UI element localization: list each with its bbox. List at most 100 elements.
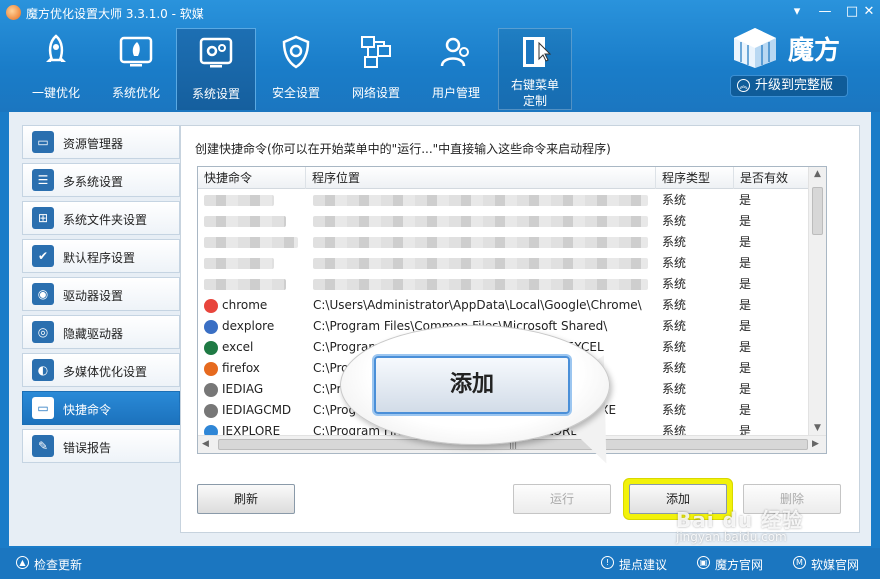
- tab-label: 系统优化: [111, 86, 160, 100]
- upgrade-button[interactable]: ︽ 升级到完整版: [730, 75, 848, 97]
- description-text: 创建快捷命令(你可以在开始菜单中的"运行..."中直接输入这些命令来启动程序): [195, 142, 611, 156]
- program-type: 系统: [662, 277, 687, 291]
- tab-network-settings[interactable]: 网络设置: [336, 28, 416, 110]
- lightbulb-icon: !: [601, 556, 614, 569]
- sidebar-item-label: 驱动器设置: [63, 289, 124, 303]
- sidebar-item-label: 隐藏驱动器: [63, 327, 124, 341]
- column-header[interactable]: 快捷命令: [198, 167, 306, 189]
- multimedia-icon: ◐: [32, 359, 54, 381]
- scroll-down-icon[interactable]: ▼: [814, 423, 821, 433]
- program-type: 系统: [662, 235, 687, 249]
- redacted-name: [204, 258, 274, 269]
- close-button[interactable]: ✕: [860, 4, 878, 20]
- shortcut-icon: ▭: [32, 397, 54, 419]
- redacted-path: [313, 216, 648, 227]
- sidebar-item-label: 系统文件夹设置: [63, 213, 148, 227]
- column-header[interactable]: 程序类型: [656, 167, 734, 189]
- redacted-path: [313, 237, 648, 248]
- table-row[interactable]: 系统 是: [198, 274, 820, 295]
- window-title: 魔方优化设置大师 3.3.1.0 - 软媒: [26, 7, 204, 21]
- scroll-right-icon[interactable]: ▶: [812, 439, 819, 449]
- status-bar: ▲ 检查更新 ! 提点建议 ▣ 魔方官网 M 软媒官网: [0, 548, 880, 579]
- hidden-drive-icon: ◎: [32, 321, 54, 343]
- upgrade-label: 升级到完整版: [755, 78, 834, 93]
- brand-logo: 魔方: [730, 26, 850, 70]
- program-path: C:\Users\Administrator\AppData\Local\Goo…: [313, 298, 642, 312]
- sidebar-item-label: 错误报告: [63, 441, 112, 455]
- tab-label: 一键优化: [31, 86, 80, 100]
- tab-user-management[interactable]: 用户管理: [416, 28, 496, 110]
- redacted-name: [204, 279, 286, 290]
- program-type: 系统: [662, 298, 687, 312]
- double-chevron-up-icon: ︽: [737, 79, 750, 92]
- context-menu-icon: [523, 37, 552, 67]
- menu-icon[interactable]: ▾: [788, 4, 806, 20]
- refresh-button[interactable]: 刷新: [197, 484, 295, 514]
- app-logo-icon: [6, 5, 21, 20]
- minimize-button[interactable]: —: [816, 4, 834, 20]
- is-valid: 是: [739, 298, 752, 312]
- table-row[interactable]: 系统 是: [198, 190, 820, 211]
- is-valid: 是: [739, 403, 752, 417]
- sidebar-item-multimedia[interactable]: ◐ 多媒体优化设置: [22, 353, 180, 387]
- tab-label: 系统设置: [191, 87, 240, 101]
- is-valid: 是: [739, 214, 752, 228]
- tab-system-optimize[interactable]: 系统优化: [96, 28, 176, 110]
- is-valid: 是: [739, 193, 752, 207]
- title-bar[interactable]: 魔方优化设置大师 3.3.1.0 - 软媒 ▾ — □ ✕: [0, 0, 880, 26]
- gears-icon: [199, 37, 233, 68]
- tab-label-line2: 定制: [522, 94, 547, 108]
- multi-system-icon: ☰: [32, 169, 54, 191]
- rocket-monitor-icon: [119, 36, 153, 67]
- check-update-link[interactable]: ▲ 检查更新: [16, 556, 82, 573]
- column-header[interactable]: 程序位置: [306, 167, 656, 189]
- app-header: 魔方优化设置大师 3.3.1.0 - 软媒 ▾ — □ ✕ 一键优化 系统优化: [0, 0, 880, 112]
- mofang-site-link[interactable]: ▣ 魔方官网: [697, 556, 763, 573]
- cube-icon: ▣: [697, 556, 710, 569]
- maximize-button[interactable]: □: [843, 4, 861, 20]
- sidebar-item-error-report[interactable]: ✎ 错误报告: [22, 429, 180, 463]
- callout-add-button: 添加: [374, 356, 570, 414]
- scroll-up-icon[interactable]: ▲: [814, 169, 821, 179]
- sidebar: ▭ 资源管理器 ☰ 多系统设置 ⊞ 系统文件夹设置 ✔ 默认程序设置 ◉ 驱动器…: [22, 125, 187, 467]
- redacted-name: [204, 237, 298, 248]
- brand-name: 魔方: [788, 36, 841, 66]
- tab-label: 右键菜单 定制: [499, 77, 571, 109]
- run-button[interactable]: 运行: [513, 484, 611, 514]
- table-row[interactable]: chrome C:\Users\Administrator\AppData\Loc…: [198, 295, 820, 316]
- windows-folder-icon: ⊞: [32, 207, 54, 229]
- sidebar-item-system-folders[interactable]: ⊞ 系统文件夹设置: [22, 201, 180, 235]
- baidu-watermark: Bai du 经验: [676, 508, 804, 532]
- program-type: 系统: [662, 361, 687, 375]
- vertical-scrollbar[interactable]: ▲ ▼: [808, 167, 826, 437]
- ruanmei-site-label: 软媒官网: [811, 558, 860, 572]
- tab-security-settings[interactable]: 安全设置: [256, 28, 336, 110]
- redacted-path: [313, 195, 648, 206]
- table-row[interactable]: 系统 是: [198, 232, 820, 253]
- sidebar-item-multi-system[interactable]: ☰ 多系统设置: [22, 163, 180, 197]
- tab-context-menu[interactable]: 右键菜单 定制: [498, 28, 572, 110]
- main-nav: 一键优化 系统优化 系统设置 安全设置 网络设置 用户管理 右键菜单 定制: [16, 28, 572, 110]
- ruanmei-icon: M: [793, 556, 806, 569]
- sidebar-item-label: 多媒体优化设置: [63, 365, 148, 379]
- sidebar-item-default-programs[interactable]: ✔ 默认程序设置: [22, 239, 180, 273]
- sidebar-item-drive-settings[interactable]: ◉ 驱动器设置: [22, 277, 180, 311]
- program-type: 系统: [662, 214, 687, 228]
- drive-icon: ◉: [32, 283, 54, 305]
- feedback-link[interactable]: ! 提点建议: [601, 556, 667, 573]
- table-row[interactable]: 系统 是: [198, 253, 820, 274]
- tab-system-settings[interactable]: 系统设置: [176, 28, 256, 110]
- rocket-icon: [46, 34, 66, 62]
- tab-one-click-optimize[interactable]: 一键优化: [16, 28, 96, 110]
- table-row[interactable]: 系统 是: [198, 211, 820, 232]
- program-type: 系统: [662, 382, 687, 396]
- sidebar-item-explorer[interactable]: ▭ 资源管理器: [22, 125, 180, 159]
- program-type: 系统: [662, 256, 687, 270]
- is-valid: 是: [739, 361, 752, 375]
- sidebar-item-shortcut-commands[interactable]: ▭ 快捷命令: [22, 391, 187, 425]
- tab-label-line1: 右键菜单: [510, 78, 559, 92]
- scroll-left-icon[interactable]: ◀: [202, 439, 209, 449]
- scroll-thumb[interactable]: [812, 187, 823, 235]
- sidebar-item-hide-drives[interactable]: ◎ 隐藏驱动器: [22, 315, 180, 349]
- ruanmei-site-link[interactable]: M 软媒官网: [793, 556, 859, 573]
